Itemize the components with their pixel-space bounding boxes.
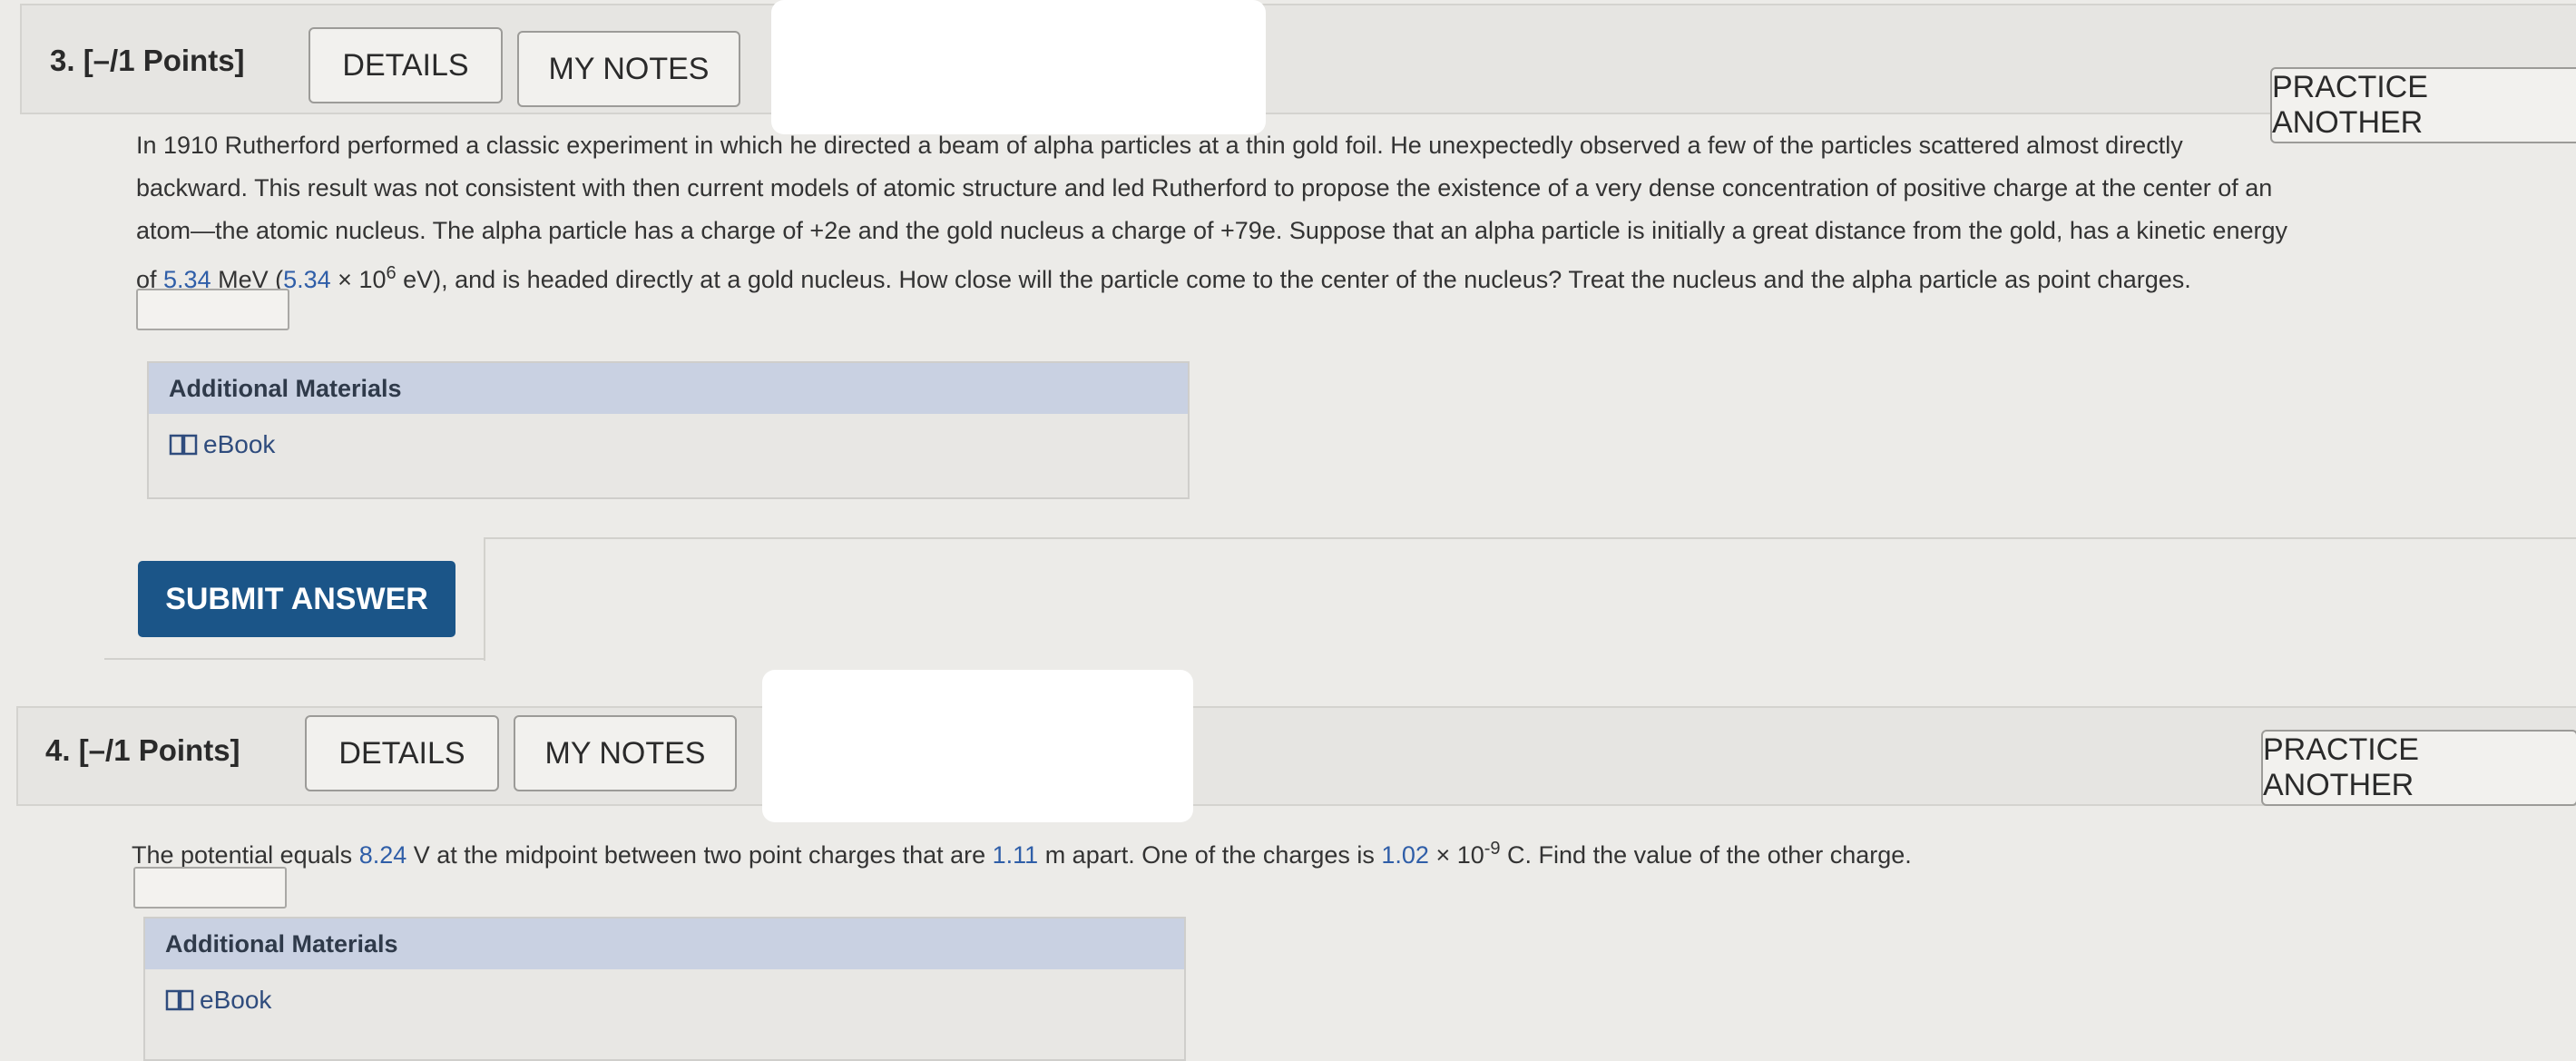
- q3-line-3: atom—the atomic nucleus. The alpha parti…: [136, 217, 2287, 244]
- charge-exponent: -9: [1484, 839, 1501, 859]
- q4-my-notes-button[interactable]: MY NOTES: [514, 715, 737, 791]
- question-3-label: 3. [–/1 Points]: [50, 44, 245, 77]
- q4-ebook-link[interactable]: eBook: [145, 986, 1184, 1015]
- charge-value: 1.02: [1381, 841, 1429, 869]
- distance-value: 1.11: [992, 841, 1039, 869]
- q4-ebook-label: eBook: [200, 986, 272, 1014]
- q3-line-1: In 1910 Rutherford performed a classic e…: [136, 132, 2183, 159]
- q3-divider-line: [485, 537, 2576, 539]
- q3-submit-answer-button[interactable]: SUBMIT ANSWER: [138, 561, 455, 637]
- q3-additional-materials: Additional Materials eBook: [147, 361, 1190, 499]
- q3-bottom-line: [104, 658, 485, 660]
- question-4-label: 4. [–/1 Points]: [45, 733, 240, 767]
- redaction-overlay-2: [762, 670, 1193, 822]
- q3-details-button[interactable]: DETAILS: [309, 27, 503, 103]
- energy-exponent: 6: [386, 263, 397, 283]
- q4-additional-materials: Additional Materials eBook: [143, 917, 1186, 1061]
- q3-materials-header: Additional Materials: [149, 363, 1188, 414]
- q4-practice-another-button[interactable]: PRACTICE ANOTHER: [2261, 730, 2576, 806]
- q4-answer-input[interactable]: [133, 867, 287, 909]
- redaction-overlay: [771, 0, 1266, 134]
- q3-line-2: backward. This result was not consistent…: [136, 174, 2273, 201]
- book-icon: [165, 989, 194, 1011]
- q3-ebook-link[interactable]: eBook: [149, 430, 1188, 459]
- q3-divider-vertical: [484, 537, 485, 661]
- book-icon: [169, 434, 198, 456]
- q3-ebook-label: eBook: [203, 430, 276, 458]
- q4-materials-header: Additional Materials: [145, 919, 1184, 969]
- q3-my-notes-button[interactable]: MY NOTES: [517, 31, 740, 107]
- question-4-text: The potential equals 8.24 V at the midpo…: [132, 839, 1912, 869]
- energy-ev-value: 5.34: [283, 266, 331, 293]
- q3-answer-input[interactable]: [136, 289, 289, 330]
- q4-details-button[interactable]: DETAILS: [305, 715, 499, 791]
- q3-line-4: of 5.34 MeV (5.34 × 106 eV), and is head…: [136, 263, 2191, 293]
- potential-value: 8.24: [358, 841, 407, 869]
- question-3-text: In 1910 Rutherford performed a classic e…: [136, 124, 2576, 301]
